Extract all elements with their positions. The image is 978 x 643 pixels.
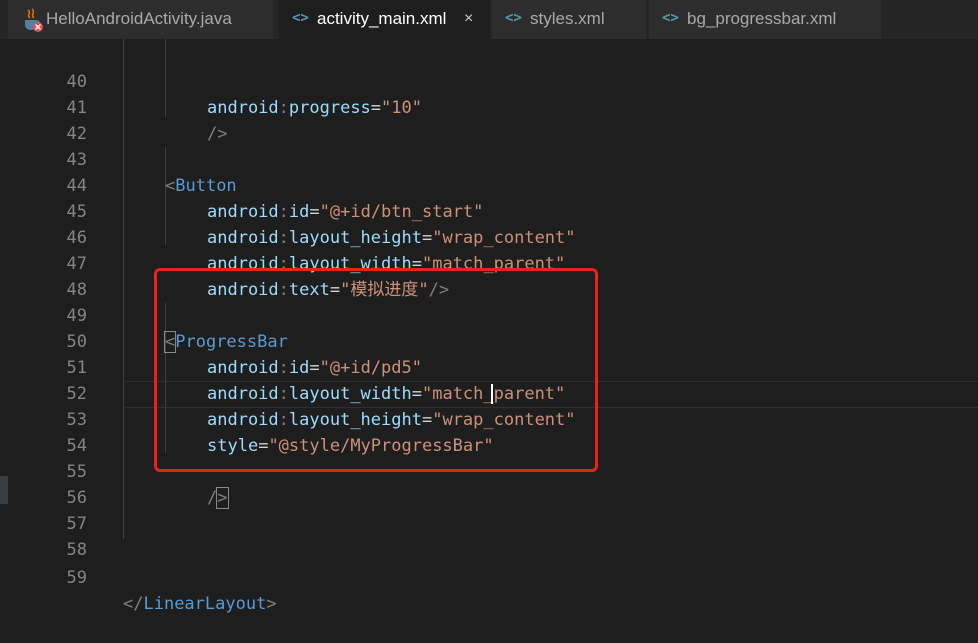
code-line: 44 android:id="@+id/btn_start" — [0, 147, 978, 222]
highlight-annotation-box — [154, 268, 598, 472]
tab-hello-android-activity-java[interactable]: HelloAndroidActivity.java — [8, 0, 273, 39]
tab-bg-progressbar-xml[interactable]: <> bg_progressbar.xml — [649, 0, 881, 39]
code-line: 43 <Button — [0, 121, 978, 196]
xml-file-icon: <> — [292, 10, 309, 26]
code-line: 47 android:text="模拟进度"/> — [0, 225, 978, 300]
code-text: </LinearLayout> — [123, 594, 277, 614]
tab-label: activity_main.xml — [317, 9, 447, 28]
close-tab-icon[interactable]: × — [464, 0, 473, 37]
code-line: 41 /> — [0, 69, 978, 144]
tab-styles-xml[interactable]: <> styles.xml — [492, 0, 646, 39]
xml-file-icon: <> — [662, 10, 679, 26]
tab-activity-main-xml[interactable]: <> activity_main.xml × — [279, 0, 490, 39]
xml-file-icon: <> — [505, 10, 522, 26]
java-error-icon — [25, 8, 43, 32]
tag-name: LinearLayout — [143, 594, 267, 614]
code-line: 46 android:layout_width="match_parent" — [0, 199, 978, 274]
code-line: 58 — [0, 511, 978, 560]
tab-label: bg_progressbar.xml — [687, 9, 837, 28]
code-line: 42 — [0, 95, 978, 144]
line-number: 59 — [66, 568, 87, 588]
editor-tab-bar: HelloAndroidActivity.java <> activity_ma… — [0, 0, 978, 39]
tab-label: styles.xml — [530, 9, 605, 28]
code-editor[interactable]: 40 android:progress="10" 41 /> 42 43 <Bu… — [0, 39, 978, 614]
code-line: 59 </LinearLayout> — [0, 539, 978, 614]
code-line: 45 android:layout_height="wrap_content" — [0, 173, 978, 248]
code-line: 57 — [0, 485, 978, 534]
tab-label: HelloAndroidActivity.java — [46, 9, 232, 28]
code-line: 40 android:progress="10" — [0, 43, 978, 118]
